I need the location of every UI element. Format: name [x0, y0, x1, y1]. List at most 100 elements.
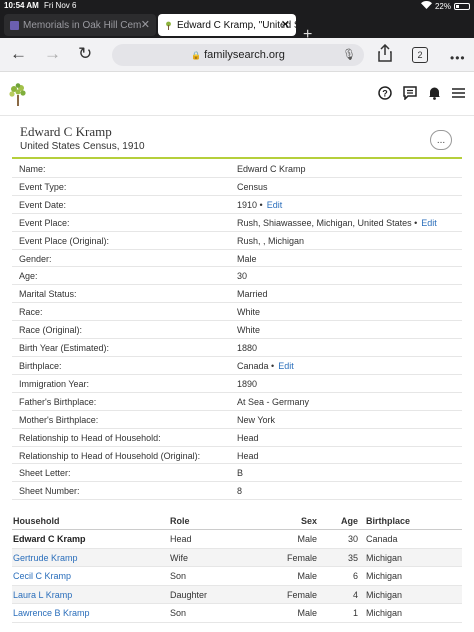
edit-link[interactable]: Edit [278, 361, 294, 371]
edit-link[interactable]: Edit [267, 200, 283, 210]
detail-value-text: Head [237, 432, 259, 443]
detail-value: 1880 [237, 343, 257, 353]
detail-label: Sheet Number: [19, 486, 80, 497]
household-member-name: Edward C Kramp [13, 534, 86, 544]
detail-label: Event Date: [19, 199, 67, 210]
detail-label: Event Type: [19, 181, 67, 192]
status-right: 22% [420, 1, 470, 11]
household-row: Edward C Kramp Head Male 30 Canada [12, 530, 462, 549]
household-member-link[interactable]: Laura L Kramp [13, 590, 72, 600]
household-role: Son [170, 608, 187, 618]
detail-value-text: Census [237, 181, 268, 192]
detail-row: Event Type: Census [12, 178, 462, 196]
household-sex: Male [297, 608, 317, 618]
forward-arrow-icon[interactable]: → [44, 44, 61, 64]
edit-link[interactable]: Edit [421, 218, 437, 228]
household-birthplace: Michigan [366, 552, 403, 563]
detail-label: Event Place (Original): [19, 235, 110, 246]
detail-label: Father's Birthplace: [19, 396, 97, 407]
detail-row: Immigration Year: 1890 [12, 375, 462, 393]
household-birthplace: Michigan [366, 608, 403, 618]
detail-value-text: Male [237, 253, 257, 264]
detail-row: Birth Year (Estimated): 1880 [12, 339, 462, 357]
address-bar[interactable]: 🔒 familysearch.org 🎙 [112, 44, 364, 66]
household-member-link[interactable]: Lawrence B Kramp [13, 608, 90, 618]
detail-value: White [237, 307, 260, 317]
detail-value-text: 8 [237, 486, 243, 497]
detail-label: Gender: [19, 253, 52, 264]
back-arrow-icon[interactable]: ← [10, 44, 27, 64]
share-icon[interactable] [378, 43, 392, 67]
familysearch-tree-logo[interactable] [8, 83, 28, 112]
more-icon[interactable]: ••• [450, 51, 466, 65]
household-row: Lawrence B Kramp Son Male 1 Michigan [12, 604, 462, 623]
detail-row: Relationship to Head of Household (Origi… [12, 447, 462, 465]
detail-value: Male [237, 254, 257, 264]
header-household: Household [13, 516, 60, 526]
detail-value-text: 1910 • [237, 199, 263, 210]
record-more-button[interactable]: ... [430, 130, 452, 150]
accent-divider [12, 157, 462, 159]
header-sex: Sex [300, 516, 317, 526]
help-icon[interactable]: ? [378, 86, 392, 105]
household-member-link[interactable]: Cecil C Kramp [13, 571, 71, 581]
site-header: ? [0, 72, 474, 116]
battery-icon [454, 2, 470, 10]
household-member-link[interactable]: Gertrude Kramp [13, 553, 78, 563]
address-text: familysearch.org [204, 49, 285, 61]
detail-value-text: Married [237, 289, 268, 300]
household-table: Household Role Sex Age Birthplace Edward… [12, 512, 462, 623]
detail-value-text: B [237, 468, 244, 479]
detail-value: Married [237, 289, 268, 299]
reload-icon[interactable]: ↻ [78, 44, 92, 64]
detail-value-text: Head [237, 450, 259, 461]
detail-label: Sheet Letter: [19, 468, 71, 479]
detail-label: Race (Original): [19, 325, 83, 336]
detail-row: Age: 30 [12, 267, 462, 286]
detail-value: 1910 • Edit [237, 200, 282, 210]
household-birthplace: Michigan [366, 571, 403, 581]
detail-value: Rush, , Michigan [237, 236, 304, 246]
household-role: Head [170, 534, 192, 544]
household-age: 30 [347, 534, 358, 544]
household-role: Wife [170, 552, 188, 563]
menu-icon[interactable] [452, 86, 465, 104]
battery-fill [456, 4, 459, 8]
detail-value-text: Rush, , Michigan [237, 235, 305, 246]
detail-row: Father's Birthplace: At Sea - Germany [12, 393, 462, 411]
record-details-table: Name: Edward C Kramp Event Type: Census Even… [12, 160, 462, 501]
bell-icon[interactable] [428, 86, 441, 105]
detail-value-text: 1890 [237, 378, 258, 389]
microphone-icon[interactable]: 🎙 [342, 48, 356, 61]
household-role: Son [170, 571, 187, 581]
detail-value: Rush, Shiawassee, Michigan, United State… [237, 218, 437, 228]
tab-memorials[interactable]: Memorials in Oak Hill Cem ✕ [4, 14, 156, 36]
detail-row: Event Date: 1910 • Edit [12, 196, 462, 214]
messages-icon[interactable] [403, 86, 417, 105]
detail-value-text: New York [237, 414, 276, 425]
tabs-icon[interactable]: 2 [412, 47, 428, 63]
detail-row: Gender: Male [12, 250, 462, 268]
detail-row: Relationship to Head of Household: Head [12, 429, 462, 447]
household-role: Daughter [170, 589, 208, 600]
detail-label: Immigration Year: [19, 378, 90, 389]
detail-value-text: Rush, Shiawassee, Michigan, United State… [237, 217, 418, 228]
close-icon[interactable]: ✕ [281, 18, 290, 31]
household-birthplace: Canada [366, 534, 398, 544]
household-row: Cecil C Kramp Son Male 6 Michigan [12, 567, 462, 586]
detail-value: At Sea - Germany [237, 397, 309, 407]
detail-row: Event Place: Rush, Shiawassee, Michigan, … [12, 214, 462, 232]
detail-value-text: 1880 [237, 343, 258, 354]
lock-icon: 🔒 [191, 50, 202, 60]
detail-value: B [237, 468, 243, 478]
detail-label: Birth Year (Estimated): [19, 343, 110, 354]
record-subtitle: United States Census, 1910 [20, 141, 145, 152]
household-row: Gertrude Kramp Wife Female 35 Michigan [12, 548, 462, 567]
tab-edward-kramp[interactable]: Edward C Kramp, "United States Census, 1… [158, 14, 296, 36]
header-birthplace: Birthplace [366, 516, 411, 526]
household-sex: Female [286, 589, 317, 600]
close-icon[interactable]: ✕ [141, 18, 150, 31]
detail-value: Census [237, 182, 268, 192]
household-age: 1 [352, 608, 358, 618]
detail-value-text: Canada • [237, 360, 275, 371]
